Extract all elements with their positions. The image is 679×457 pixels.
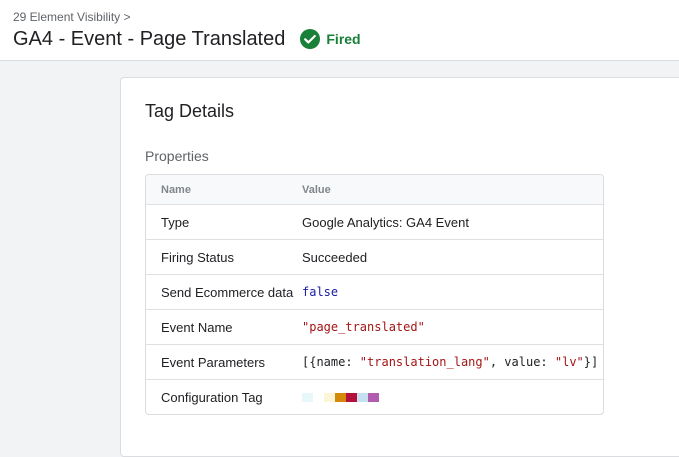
breadcrumb[interactable]: 29 Element Visibility > bbox=[13, 10, 131, 24]
color-swatch bbox=[335, 392, 346, 402]
code-string: "lv" bbox=[554, 355, 584, 369]
table-row-firing-status: Firing Status Succeeded bbox=[146, 239, 603, 274]
property-value: Google Analytics: GA4 Event bbox=[302, 214, 469, 230]
configuration-tag-redacted[interactable] bbox=[302, 392, 379, 402]
property-value: Succeeded bbox=[302, 249, 368, 265]
code-token: , value: bbox=[489, 355, 555, 369]
table-row-configuration-tag: Configuration Tag bbox=[146, 379, 603, 414]
color-swatch bbox=[346, 392, 357, 402]
check-circle-icon bbox=[300, 29, 321, 49]
status-label: Fired bbox=[326, 31, 361, 47]
table-row-event-parameters: Event Parameters [{name: "translation_la… bbox=[146, 344, 603, 379]
property-value: [{name: "translation_lang", value: "lv"}… bbox=[302, 355, 598, 369]
color-swatch bbox=[357, 392, 368, 402]
table-header-row: Name Value bbox=[146, 175, 603, 204]
color-swatch bbox=[302, 392, 313, 402]
property-name: Type bbox=[161, 214, 190, 230]
property-name: Send Ecommerce data bbox=[161, 284, 294, 300]
property-value: "page_translated" bbox=[302, 320, 425, 334]
table-row-event-name: Event Name "page_translated" bbox=[146, 309, 603, 344]
code-token: }] bbox=[583, 355, 599, 369]
property-value: false bbox=[302, 285, 339, 299]
table-row-type: Type Google Analytics: GA4 Event bbox=[146, 204, 603, 239]
page-title: GA4 - Event - Page Translated bbox=[13, 28, 286, 50]
property-name: Event Name bbox=[161, 319, 233, 335]
table-row-send-ecommerce: Send Ecommerce data false bbox=[146, 274, 603, 309]
card-title: Tag Details bbox=[145, 101, 235, 121]
page-header: 29 Element Visibility > GA4 - Event - Pa… bbox=[0, 0, 679, 61]
status-badge: Fired bbox=[300, 29, 361, 49]
property-value bbox=[302, 392, 379, 402]
tag-details-card: Tag Details Properties Name Value Type G… bbox=[120, 77, 679, 457]
column-header-name: Name bbox=[161, 183, 191, 196]
code-string: "translation_lang" bbox=[359, 355, 490, 369]
title-row: GA4 - Event - Page Translated Fired bbox=[13, 26, 361, 52]
property-name: Configuration Tag bbox=[161, 389, 263, 405]
section-title-properties: Properties bbox=[145, 148, 209, 164]
code-token: [{name: bbox=[302, 355, 360, 369]
properties-table: Name Value Type Google Analytics: GA4 Ev… bbox=[145, 174, 604, 415]
property-name: Firing Status bbox=[161, 249, 234, 265]
column-header-value: Value bbox=[302, 183, 331, 196]
color-swatch bbox=[324, 392, 335, 402]
color-swatch bbox=[313, 392, 324, 402]
property-name: Event Parameters bbox=[161, 354, 266, 370]
color-swatch bbox=[368, 392, 379, 402]
